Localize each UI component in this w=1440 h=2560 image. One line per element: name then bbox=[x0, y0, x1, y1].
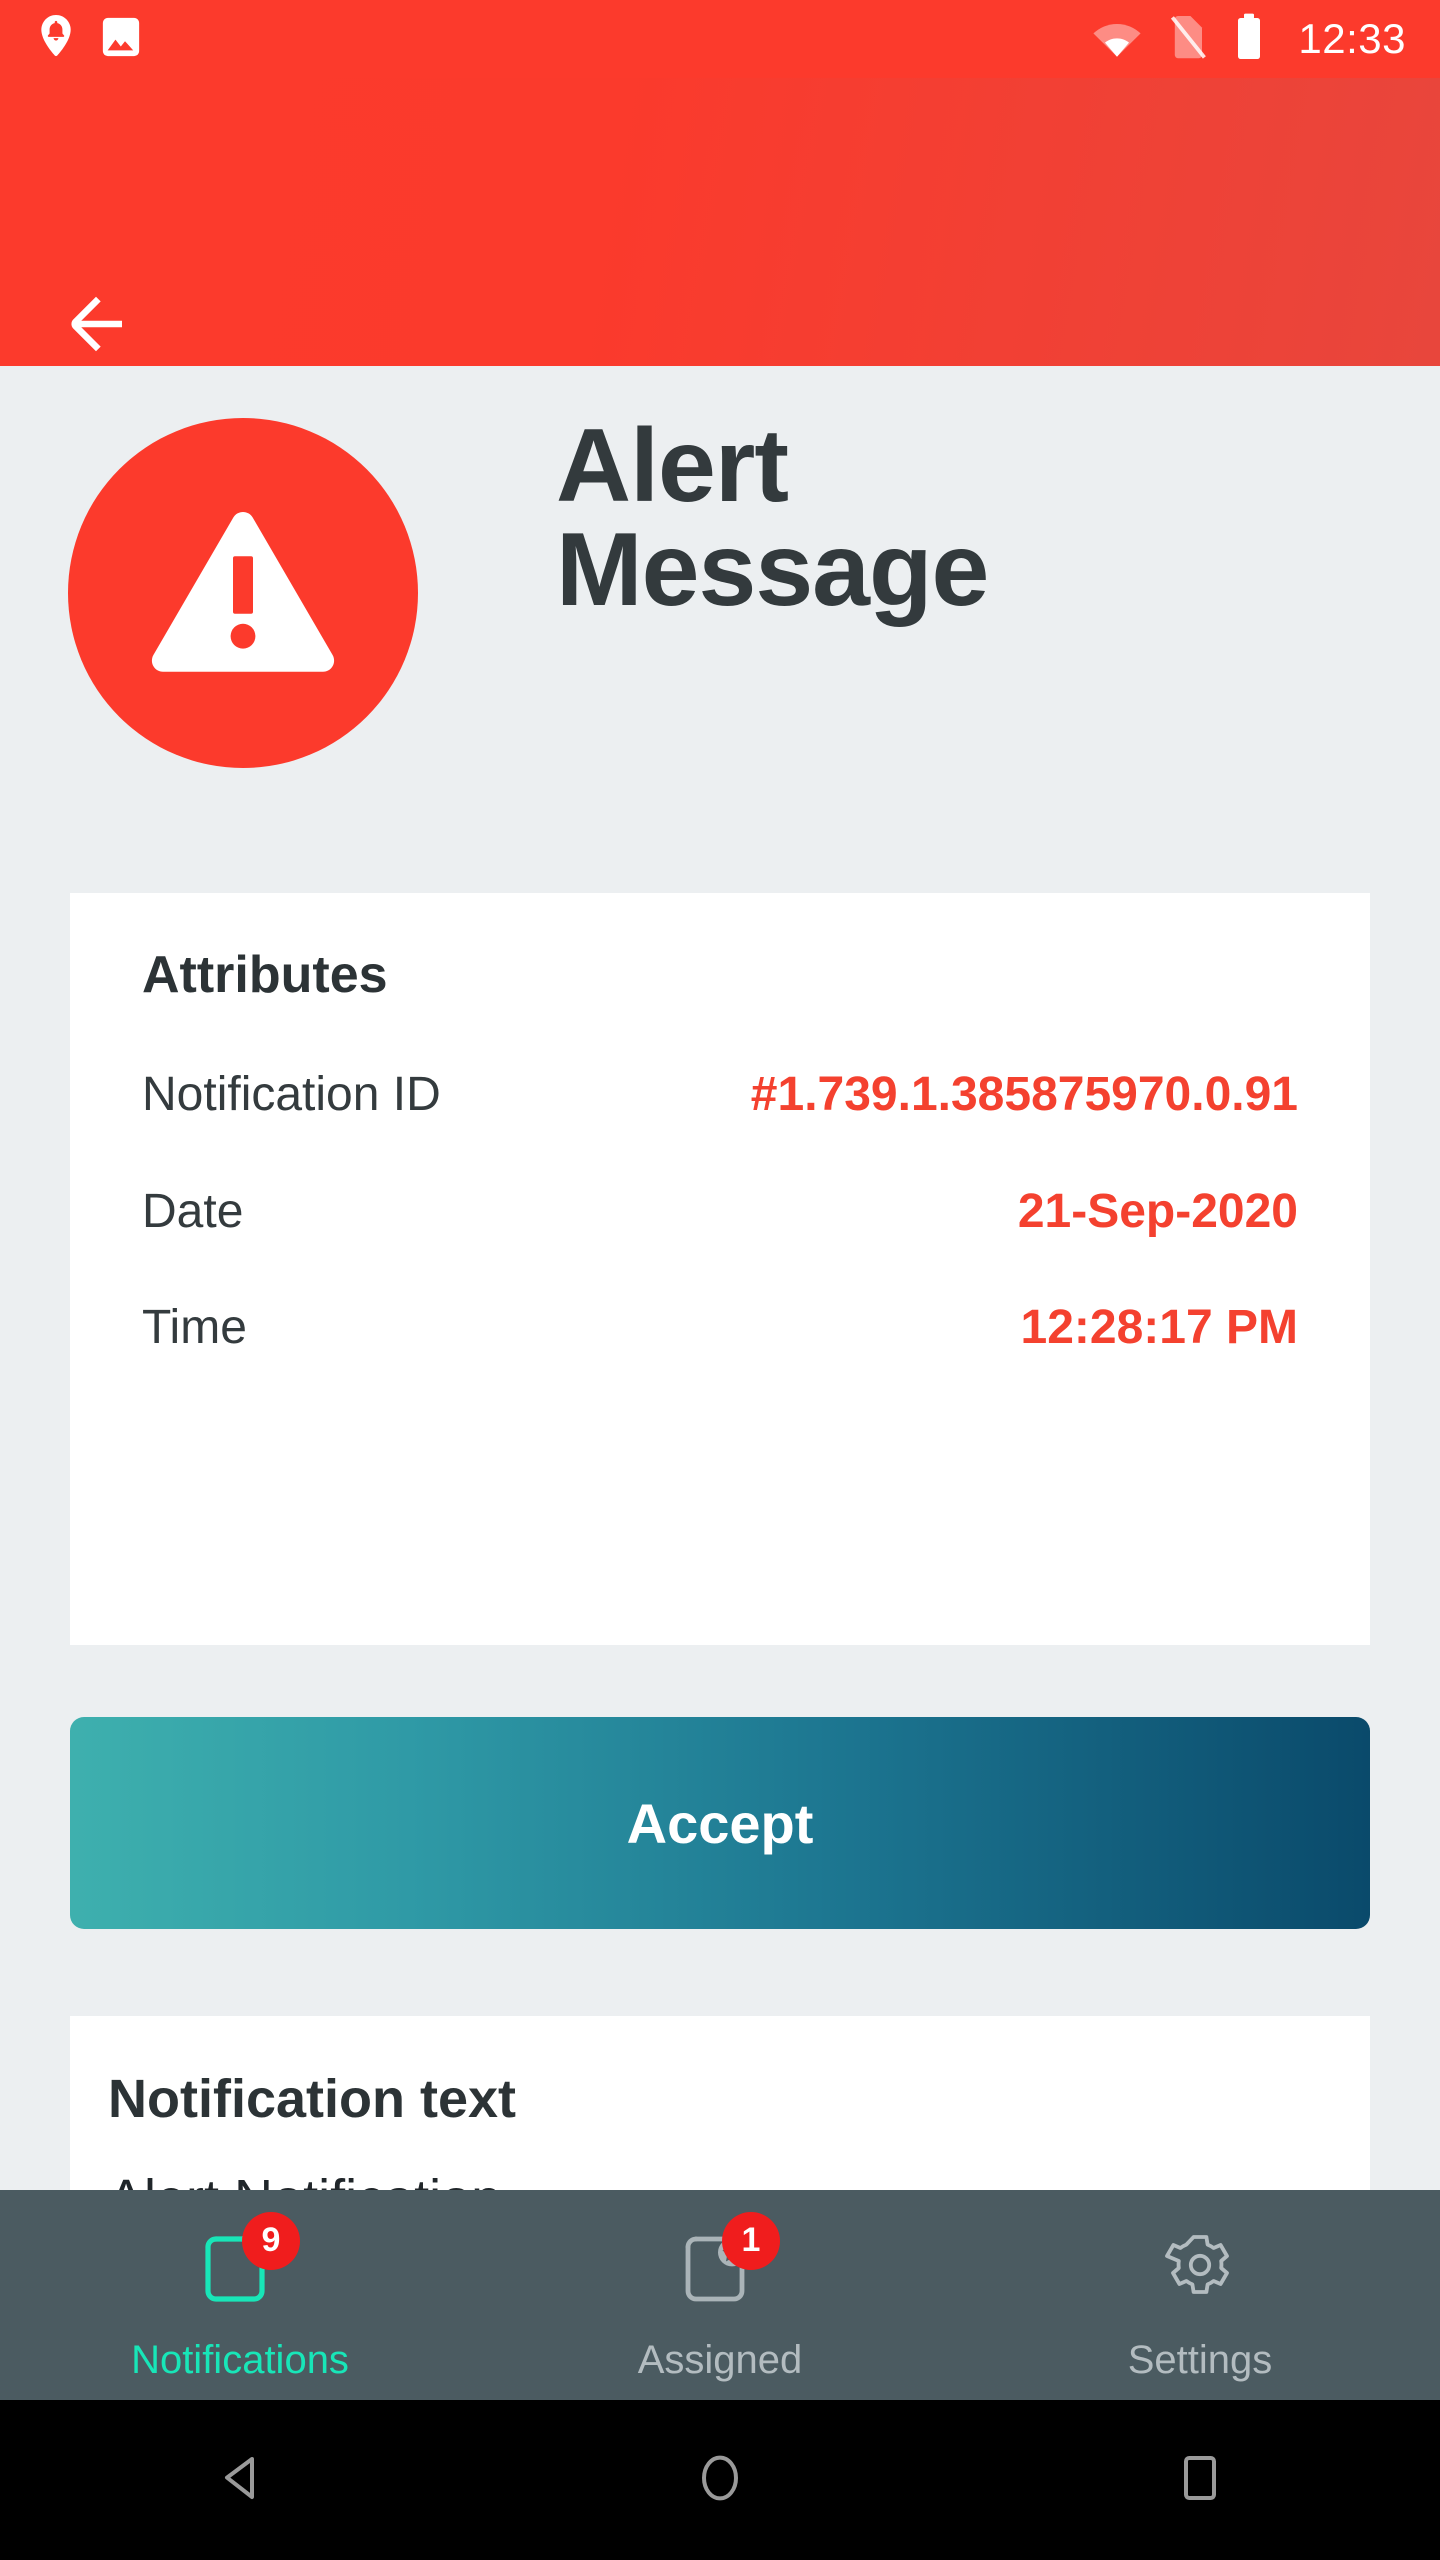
battery-icon bbox=[1234, 12, 1264, 67]
attribute-value: 21-Sep-2020 bbox=[1017, 1184, 1298, 1238]
tab-settings-icon-wrap bbox=[1144, 2220, 1256, 2324]
android-system-nav bbox=[0, 2400, 1440, 2560]
phone-screen: 12:33 Alert Message Attributes Notificat… bbox=[0, 0, 1440, 2560]
tab-notifications-badge: 9 bbox=[242, 2211, 300, 2270]
tab-settings-label: Settings bbox=[1127, 2337, 1273, 2382]
status-bar: 12:33 bbox=[0, 0, 1440, 78]
no-sim-icon bbox=[1168, 13, 1208, 66]
alert-icon-badge bbox=[68, 418, 418, 768]
page-title-line-1: Alert bbox=[556, 408, 789, 524]
page-title-line-2: Message bbox=[556, 512, 989, 628]
attribute-label: Time bbox=[142, 1301, 247, 1355]
status-bar-left-icons bbox=[34, 13, 142, 66]
back-button[interactable] bbox=[58, 278, 154, 374]
attribute-row-time: Time 12:28:17 PM bbox=[142, 1300, 1298, 1357]
attribute-value: 12:28:17 PM bbox=[1020, 1301, 1298, 1355]
app-bar bbox=[0, 78, 1440, 366]
accept-button[interactable]: Accept bbox=[70, 1717, 1370, 1929]
wifi-icon bbox=[1092, 16, 1142, 63]
attribute-row-date: Date 21-Sep-2020 bbox=[142, 1184, 1298, 1241]
tab-settings[interactable]: Settings bbox=[960, 2190, 1440, 2400]
circle-icon bbox=[698, 2452, 742, 2509]
attributes-card-title: Attributes bbox=[142, 946, 388, 1004]
attribute-value: #1.739.1.385875970.0.91 bbox=[750, 1068, 1298, 1121]
image-icon bbox=[100, 15, 142, 64]
hero-section: Alert Message bbox=[0, 366, 1440, 866]
tab-notifications[interactable]: 9 Notifications bbox=[0, 2190, 480, 2400]
arrow-back-icon bbox=[69, 295, 143, 358]
attribute-label: Date bbox=[142, 1184, 244, 1238]
tab-notifications-label: Notifications bbox=[131, 2337, 349, 2382]
tab-notifications-icon-wrap: 9 bbox=[184, 2211, 300, 2324]
android-home-button[interactable] bbox=[480, 2452, 960, 2509]
status-bar-right-icons: 12:33 bbox=[1092, 12, 1406, 67]
notification-bell-icon bbox=[34, 13, 78, 66]
status-bar-clock: 12:33 bbox=[1298, 15, 1406, 62]
tab-assigned-icon-wrap: 1 bbox=[664, 2211, 780, 2324]
square-icon bbox=[1180, 2453, 1220, 2508]
tab-assigned-badge: 1 bbox=[722, 2211, 780, 2270]
gear-icon bbox=[1161, 2230, 1239, 2313]
attribute-label: Notification ID bbox=[142, 1068, 441, 1121]
android-back-button[interactable] bbox=[0, 2454, 480, 2507]
tab-assigned-label: Assigned bbox=[637, 2337, 803, 2382]
attribute-row-notification-id: Notification ID #1.739.1.385875970.0.91 bbox=[142, 1067, 1298, 1124]
page-title: Alert Message bbox=[556, 414, 1156, 622]
android-recents-button[interactable] bbox=[960, 2453, 1440, 2508]
notification-text-heading: Notification text bbox=[108, 2069, 517, 2129]
attributes-card: Attributes Notification ID #1.739.1.3858… bbox=[70, 893, 1370, 1645]
bottom-tab-bar: 9 Notifications 1 Assigned Settings bbox=[0, 2190, 1440, 2400]
warning-triangle-icon bbox=[145, 503, 341, 684]
tab-assigned[interactable]: 1 Assigned bbox=[480, 2190, 960, 2400]
triangle-left-icon bbox=[218, 2454, 262, 2507]
